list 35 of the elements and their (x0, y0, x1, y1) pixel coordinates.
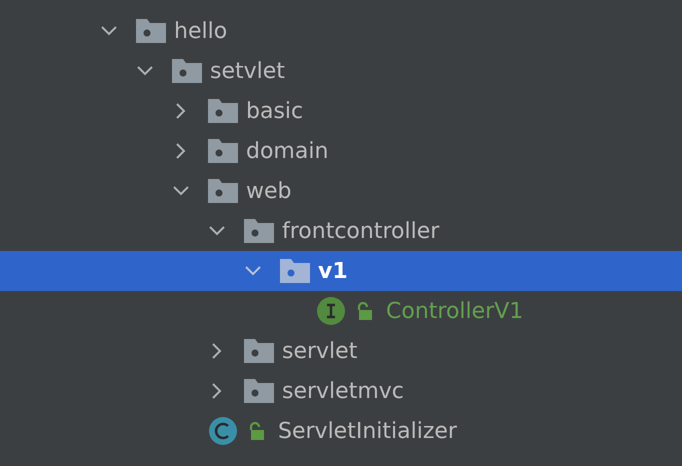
interface-icon (316, 296, 346, 326)
item-label: ServletInitializer (278, 418, 457, 444)
item-label: ControllerV1 (386, 298, 524, 324)
item-label: web (246, 178, 292, 204)
tree-row[interactable]: setvlet (0, 51, 682, 91)
tree-row[interactable]: v1 (0, 251, 682, 291)
item-label: hello (174, 18, 228, 44)
item-label: v1 (318, 258, 348, 284)
unlocked-icon (356, 302, 372, 320)
item-label: frontcontroller (282, 218, 440, 244)
tree-row[interactable]: servlet (0, 331, 682, 371)
item-label: domain (246, 138, 328, 164)
folder-icon (244, 339, 274, 363)
tree-row[interactable]: servletmvc (0, 371, 682, 411)
folder-icon (280, 259, 310, 283)
folder-icon (172, 59, 202, 83)
item-label: servlet (282, 338, 358, 364)
folder-icon (244, 219, 274, 243)
item-label: basic (246, 98, 304, 124)
folder-icon (208, 179, 238, 203)
tree-row[interactable]: frontcontroller (0, 211, 682, 251)
folder-icon (208, 139, 238, 163)
tree-row[interactable]: web (0, 171, 682, 211)
item-label: setvlet (210, 58, 285, 84)
tree-row[interactable]: hello (0, 11, 682, 51)
class-icon (208, 416, 238, 446)
tree-row[interactable]: ControllerV1 (0, 291, 682, 331)
item-label: servletmvc (282, 378, 404, 404)
tree-row[interactable]: ServletInitializer (0, 411, 682, 451)
tree-row[interactable]: basic (0, 91, 682, 131)
folder-icon (244, 379, 274, 403)
folder-icon (136, 19, 166, 43)
tree-row[interactable]: domain (0, 131, 682, 171)
unlocked-icon (248, 422, 264, 440)
folder-icon (208, 99, 238, 123)
